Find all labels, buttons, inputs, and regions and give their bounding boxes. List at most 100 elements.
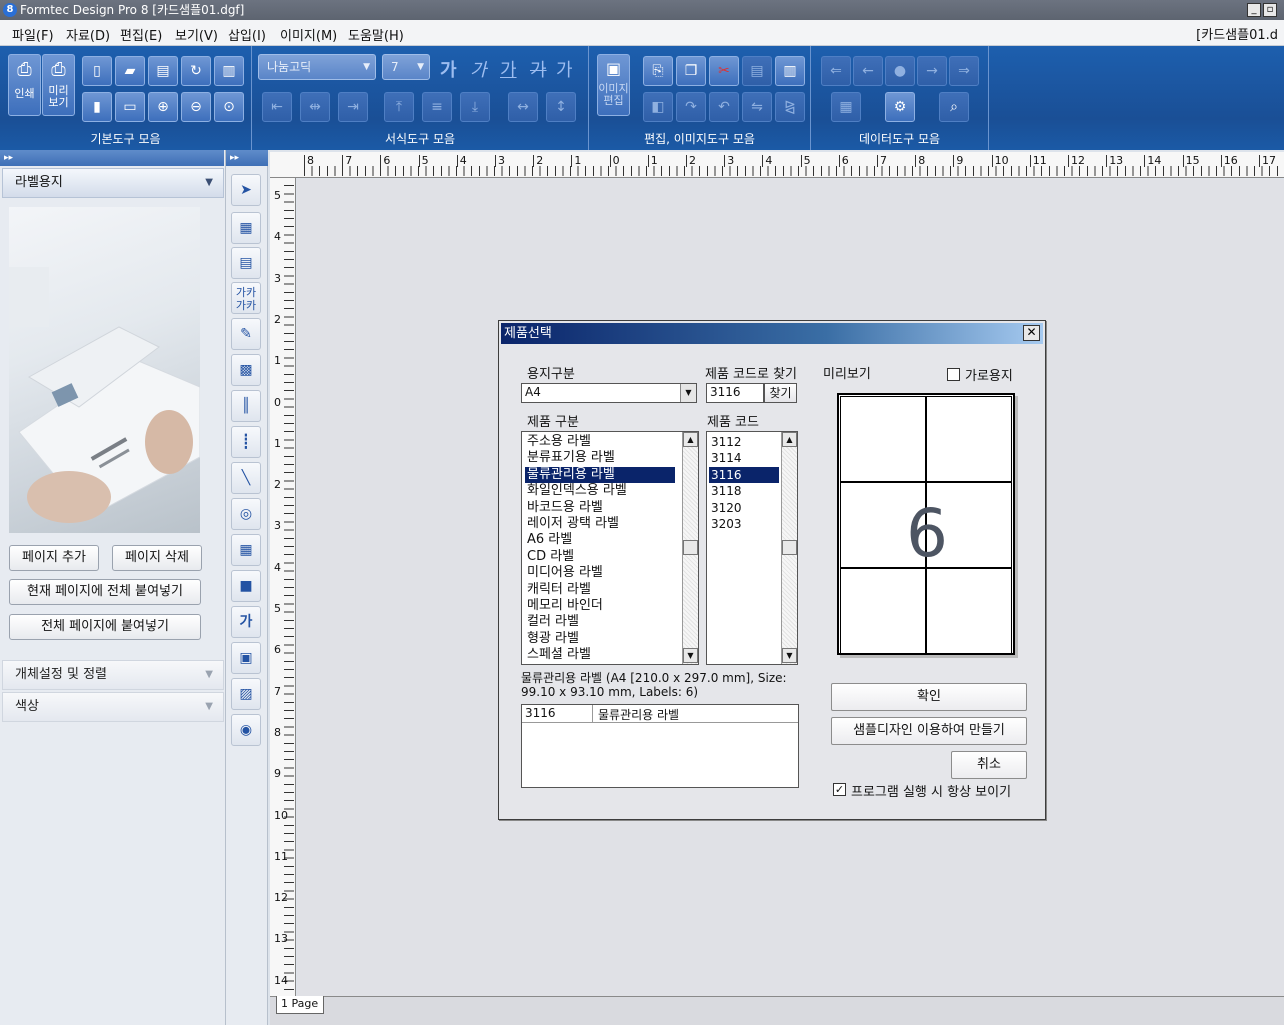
qr-code-icon[interactable]: ▩ [231, 354, 261, 386]
flip-icon[interactable]: ◧ [643, 92, 673, 122]
category-list-item[interactable]: 메모리 바인더 [525, 598, 675, 614]
align-right-icon[interactable]: ⇥ [338, 92, 368, 122]
paste-icon[interactable]: ▤ [742, 56, 772, 86]
copy-format-icon[interactable]: ⎘ [643, 56, 673, 86]
strikethrough-button[interactable]: 가 [530, 56, 547, 82]
page-icon[interactable]: ▭ [115, 92, 145, 122]
code-scrollbar[interactable]: ▲ ▼ [781, 432, 797, 664]
restore-button[interactable]: ▫ [1263, 3, 1277, 17]
label-paper-section-header[interactable]: 라벨용지 ▼ [2, 168, 224, 198]
scroll-down-icon[interactable]: ▼ [683, 648, 698, 663]
category-list-item[interactable]: 캐릭터 라벨 [525, 582, 675, 598]
data-settings-icon[interactable]: ⚙ [885, 92, 915, 122]
selected-product-table[interactable]: 3116 물류관리용 라벨 [521, 704, 799, 788]
menu-data[interactable]: 자료(D) [66, 25, 110, 44]
cancel-button[interactable]: 취소 [951, 751, 1027, 779]
category-list-item[interactable]: 형광 라벨 [525, 631, 675, 647]
cd-label-icon[interactable]: ◉ [231, 714, 261, 746]
category-list-item[interactable]: CD 라벨 [525, 549, 675, 565]
save-icon[interactable]: ▤ [148, 56, 178, 86]
scroll-down-icon[interactable]: ▼ [782, 648, 797, 663]
barcode2-icon[interactable]: ┋ [231, 426, 261, 458]
data-prev-icon[interactable]: ← [853, 56, 883, 86]
select-arrow-icon[interactable]: ➤ [231, 174, 261, 206]
align-center-icon[interactable]: ⇹ [300, 92, 330, 122]
picture-icon[interactable]: ▨ [231, 678, 261, 710]
line-icon[interactable]: ╲ [231, 462, 261, 494]
menu-file[interactable]: 파일(F) [12, 25, 54, 44]
category-list-item[interactable]: A6 라벨 [525, 532, 675, 548]
category-list-item[interactable]: 레이저 광택 라벨 [525, 516, 675, 532]
object-settings-section-header[interactable]: 개체설정 및 정렬 ▼ [2, 660, 224, 690]
align-middle-icon[interactable]: ≡ [422, 92, 452, 122]
char-spacing-icon[interactable]: ↔ [508, 92, 538, 122]
close-icon[interactable]: ✕ [1023, 325, 1040, 341]
refresh-icon[interactable]: ↻ [181, 56, 211, 86]
import-icon[interactable]: ▮ [82, 92, 112, 122]
print-preview-button[interactable]: ⎙ 미리 보기 [42, 54, 75, 116]
code-list[interactable]: 3112 3114 3116 3118 3120 3203 ▲ ▼ [706, 431, 798, 665]
flip-horizontal-icon[interactable]: ⧎ [775, 92, 805, 122]
align-bottom-icon[interactable]: ⤓ [460, 92, 490, 122]
toolbox-collapse-bar[interactable]: ▸▸ [226, 150, 268, 166]
delete-page-button[interactable]: 페이지 삭제 [112, 545, 202, 571]
code-list-item[interactable]: 3112 [709, 434, 779, 450]
category-list-item[interactable]: 분류표기용 라벨 [525, 450, 675, 466]
code-list-item[interactable]: 3114 [709, 450, 779, 466]
scroll-thumb[interactable] [782, 540, 797, 555]
menu-view[interactable]: 보기(V) [175, 25, 218, 44]
gradient-rect-icon[interactable]: ■ [231, 570, 261, 602]
text-effect-button[interactable]: 가 [556, 56, 573, 82]
color-section-header[interactable]: 색상 ▼ [2, 692, 224, 722]
ok-button[interactable]: 확인 [831, 683, 1027, 711]
redo-icon[interactable]: ↷ [676, 92, 706, 122]
font-select[interactable]: 나눔고딕 ▼ [258, 54, 376, 80]
code-list-item[interactable]: 3116 [709, 466, 779, 483]
text-effect-icon[interactable]: ✎ [231, 318, 261, 350]
page-tab[interactable]: 1 Page [276, 996, 324, 1014]
paper-type-select[interactable]: A4 ▼ [521, 383, 697, 403]
menu-help[interactable]: 도움말(H) [348, 25, 404, 44]
category-list-item[interactable]: 화일인덱스용 라벨 [525, 483, 675, 499]
mixed-objects-icon[interactable]: ▣ [231, 642, 261, 674]
code-list-item[interactable]: 3120 [709, 500, 779, 516]
font-size-select[interactable]: 7 ▼ [382, 54, 430, 80]
find-code-input[interactable]: 3116 [706, 383, 764, 403]
paste-all-pages-button[interactable]: 전체 페이지에 붙여넣기 [9, 614, 201, 640]
zoom-out-icon[interactable]: ⊖ [181, 92, 211, 122]
insert-image-icon[interactable]: ▦ [231, 212, 261, 244]
create-from-sample-button[interactable]: 샘플디자인 이용하여 만들기 [831, 717, 1027, 745]
align-left-icon[interactable]: ⇤ [262, 92, 292, 122]
cut-icon[interactable]: ✂ [709, 56, 739, 86]
new-document-icon[interactable]: ▯ [82, 56, 112, 86]
category-list-item[interactable]: 미디어용 라벨 [525, 565, 675, 581]
code-list-item[interactable]: 3118 [709, 483, 779, 499]
scroll-up-icon[interactable]: ▲ [782, 432, 797, 447]
image-edit-button[interactable]: ▣ 이미지 편집 [597, 54, 630, 116]
mirror-icon[interactable]: ⇋ [742, 92, 772, 122]
undo-icon[interactable]: ↶ [709, 92, 739, 122]
scroll-thumb[interactable] [683, 540, 698, 555]
open-folder-icon[interactable]: ▰ [115, 56, 145, 86]
open-file-icon[interactable]: ▥ [214, 56, 244, 86]
italic-button[interactable]: 가 [470, 56, 487, 82]
zoom-fit-icon[interactable]: ⊙ [214, 92, 244, 122]
data-import-icon[interactable]: ▦ [831, 92, 861, 122]
vertical-text-icon[interactable]: 가카 가카 [231, 282, 261, 314]
print-button[interactable]: ⎙ 인쇄 [8, 54, 41, 116]
minimize-button[interactable]: _ [1247, 3, 1261, 17]
paste-current-page-button[interactable]: 현재 페이지에 전체 붙여넣기 [9, 579, 201, 605]
category-list-item[interactable]: 바코드용 라벨 [525, 500, 675, 516]
menu-image[interactable]: 이미지(M) [280, 25, 337, 44]
barcode-icon[interactable]: ║ [231, 390, 261, 422]
always-show-checkbox[interactable]: ✓ [833, 783, 846, 796]
word-art-icon[interactable]: 가 [231, 606, 261, 638]
text-box-icon[interactable]: ▤ [231, 247, 261, 279]
delete-icon[interactable]: ▥ [775, 56, 805, 86]
align-top-icon[interactable]: ⤒ [384, 92, 414, 122]
menu-insert[interactable]: 삽입(I) [228, 25, 266, 44]
table-icon[interactable]: ▦ [231, 534, 261, 566]
data-next-icon[interactable]: → [917, 56, 947, 86]
data-first-icon[interactable]: ⇐ [821, 56, 851, 86]
category-list-item[interactable]: 주소용 라벨 [525, 434, 675, 450]
